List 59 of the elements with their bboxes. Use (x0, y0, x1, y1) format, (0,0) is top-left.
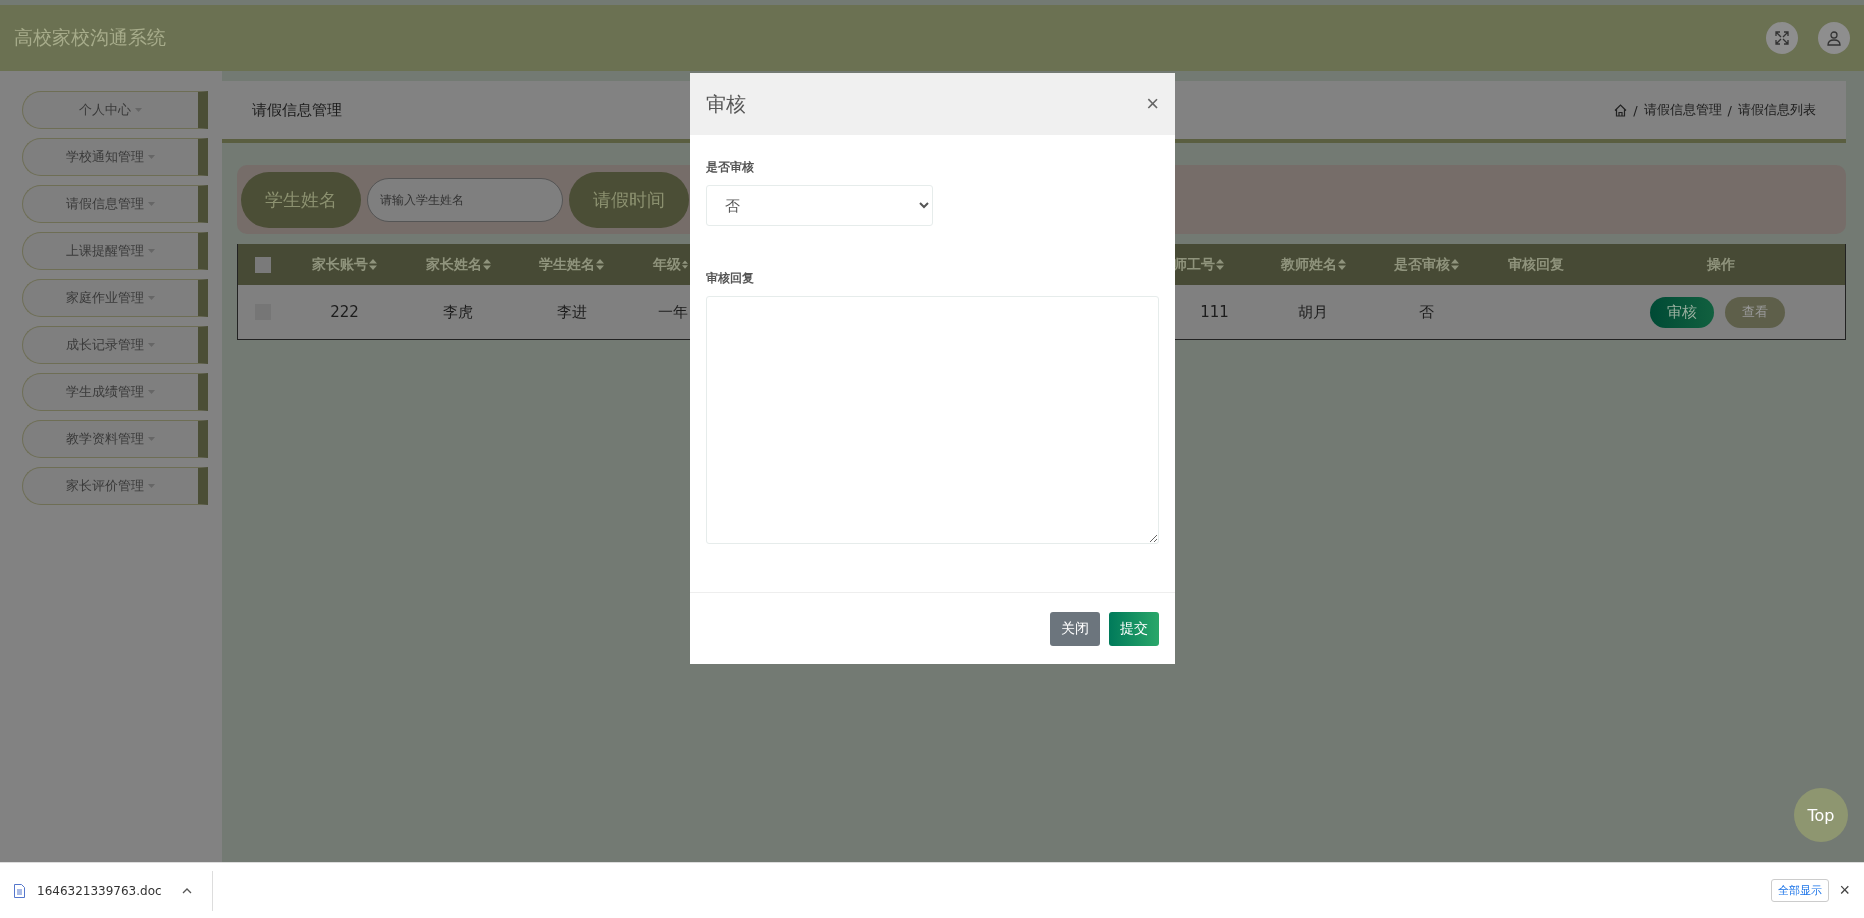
table-cell: 李进 (556, 302, 587, 322)
sort-icon[interactable] (369, 259, 377, 270)
sidebar-item[interactable]: 学生成绩管理 (22, 373, 208, 411)
sidebar-item[interactable]: 上课提醒管理 (22, 232, 208, 270)
table-cell: 胡月 (1298, 302, 1328, 322)
home-icon[interactable] (1614, 103, 1628, 117)
review-button[interactable]: 审核 (1650, 296, 1714, 328)
select-all-checkbox[interactable] (255, 256, 271, 273)
table-cell: 222 (330, 303, 359, 321)
name-search-field[interactable]: 请输入学生姓名 (367, 177, 563, 222)
table-cell: 111 (1200, 303, 1229, 321)
document-icon (14, 883, 25, 898)
table-cell: 否 (1419, 302, 1434, 322)
column-header[interactable]: 学生姓名 (539, 255, 595, 274)
sidebar-item[interactable]: 成长记录管理 (22, 326, 208, 364)
column-header[interactable]: 家长姓名 (425, 255, 482, 274)
page-title: 请假信息管理 (252, 100, 342, 120)
column-header[interactable]: 是否审核 (1394, 255, 1450, 274)
breadcrumb-item[interactable]: 请假信息管理 (1643, 101, 1722, 119)
sort-icon[interactable] (596, 259, 604, 270)
sort-icon[interactable] (482, 259, 491, 270)
breadcrumb-separator: / (1727, 102, 1732, 118)
close-dialog-button[interactable]: 关闭 (1050, 611, 1100, 646)
column-header: 审核回复 (1508, 255, 1564, 274)
column-header: 操作 (1707, 255, 1735, 274)
field-label: 审核回复 (706, 270, 754, 287)
sidebar-item[interactable]: 个人中心 (22, 91, 208, 129)
close-button[interactable]: × (1146, 91, 1159, 117)
column-header[interactable]: 家长账号 (312, 255, 368, 274)
show-all-button[interactable]: 全部显示 (1771, 879, 1830, 902)
search-label: 请假时间 (569, 171, 689, 228)
column-header[interactable]: 年级 (653, 255, 681, 274)
field-label: 是否审核 (706, 159, 754, 176)
close-button[interactable]: × (1839, 880, 1850, 901)
dialog-title: 审核 (706, 90, 746, 118)
search-label: 学生姓名 (241, 171, 361, 228)
user-icon[interactable] (1818, 22, 1850, 54)
breadcrumb-separator: / (1633, 102, 1638, 118)
column-header[interactable]: 教师姓名 (1280, 255, 1337, 274)
sidebar-item[interactable]: 教学资料管理 (22, 420, 208, 458)
app-title: 高校家校沟通系统 (14, 25, 166, 50)
submit-button[interactable]: 提交 (1109, 611, 1159, 646)
downloaded-file-name[interactable]: 1646321339763.doc (37, 883, 162, 898)
table-cell: 李虎 (443, 302, 473, 322)
fullscreen-icon[interactable] (1766, 22, 1798, 54)
sort-icon[interactable] (1216, 259, 1224, 270)
sort-icon[interactable] (1337, 259, 1346, 270)
breadcrumb-item[interactable]: 请假信息列表 (1738, 101, 1816, 119)
sidebar-item[interactable]: 请假信息管理 (22, 185, 208, 223)
table-cell: 一年 (658, 302, 688, 322)
chevron-up-icon[interactable] (181, 887, 192, 894)
sidebar-item[interactable]: 家庭作业管理 (22, 279, 208, 317)
sidebar-item[interactable]: 家长评价管理 (22, 467, 208, 505)
sort-icon[interactable] (682, 259, 688, 270)
back-to-top-button[interactable]: Top (1794, 788, 1848, 842)
review-status-select[interactable]: 否 (706, 185, 933, 226)
sort-icon[interactable] (1451, 259, 1459, 270)
sidebar-item[interactable]: 学校通知管理 (22, 138, 208, 176)
view-button[interactable]: 查看 (1725, 296, 1785, 328)
